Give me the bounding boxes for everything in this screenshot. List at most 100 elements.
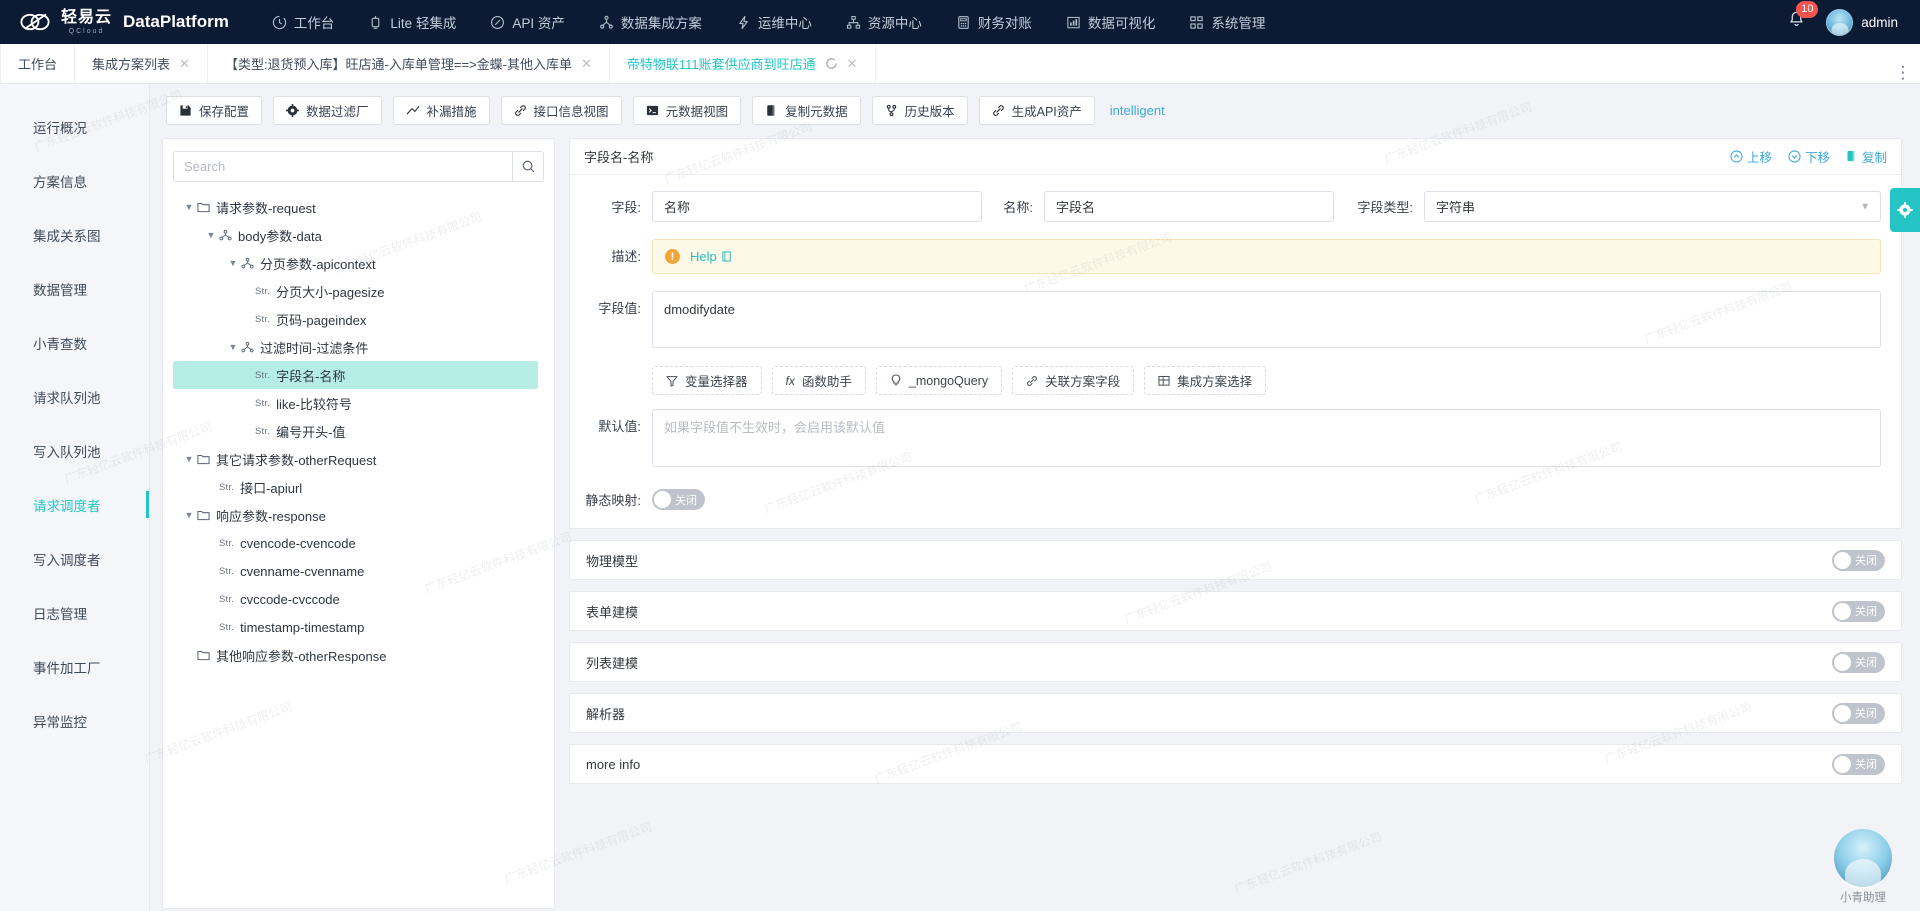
toggle-knob bbox=[1834, 704, 1851, 722]
nav-item-resource-center[interactable]: 资源中心 bbox=[829, 0, 939, 44]
tab-close-icon[interactable]: ✕ bbox=[581, 57, 592, 70]
more-info-toggle[interactable]: 关闭 bbox=[1832, 753, 1885, 775]
field-value-textarea[interactable] bbox=[652, 291, 1881, 348]
notifications-button[interactable]: 10 bbox=[1787, 1, 1819, 34]
tree-node-field-name-selected[interactable]: Str. 字段名-名称 bbox=[173, 361, 538, 389]
save-config-button[interactable]: 保存配置 bbox=[166, 96, 263, 125]
tab-supplier-to-wdt[interactable]: 帝特物联111账套供应商到旺店通 ✕ bbox=[610, 44, 876, 83]
section-parser[interactable]: 解析器 关闭 bbox=[569, 693, 1902, 733]
section-physical-model[interactable]: 物理模型 关闭 bbox=[569, 540, 1902, 580]
tree-node-pageindex[interactable]: Str. 页码-pageindex bbox=[173, 305, 544, 333]
tree-node-label: 其他响应参数-otherResponse bbox=[216, 648, 387, 664]
copy-field-button[interactable]: 复制 bbox=[1846, 147, 1887, 166]
tab-workbench[interactable]: 工作台 bbox=[0, 44, 76, 83]
static-mapping-toggle[interactable]: 关闭 bbox=[652, 489, 705, 510]
tree-node-apicontext[interactable]: ▼ 分页参数-apicontext bbox=[173, 249, 544, 277]
chevron-down-icon[interactable]: ▼ bbox=[181, 202, 197, 212]
variable-selector-chip[interactable]: 变量选择器 bbox=[652, 366, 762, 395]
interface-info-view-button[interactable]: 接口信息视图 bbox=[500, 96, 622, 125]
settings-panel-handle[interactable] bbox=[1890, 188, 1920, 232]
move-up-button[interactable]: 上移 bbox=[1730, 147, 1772, 166]
tree-node-timestamp[interactable]: Str. timestamp-timestamp bbox=[173, 613, 544, 641]
sidebar-item-request-queue-pool[interactable]: 请求队列池 bbox=[0, 376, 149, 417]
tree-node-request[interactable]: ▼ 请求参数-request bbox=[173, 193, 544, 221]
user-menu[interactable]: admin bbox=[1826, 8, 1898, 36]
tab-more-options-icon[interactable]: ⋮ bbox=[1886, 63, 1920, 83]
sidebar-item-event-factory[interactable]: 事件加工厂 bbox=[0, 646, 149, 687]
sidebar-item-write-queue-pool[interactable]: 写入队列池 bbox=[0, 430, 149, 471]
form-modeling-toggle[interactable]: 关闭 bbox=[1832, 600, 1885, 622]
related-plan-field-chip[interactable]: 关联方案字段 bbox=[1012, 366, 1135, 395]
name-input[interactable] bbox=[1044, 191, 1334, 222]
sidebar-item-xiaoqing-query[interactable]: 小青查数 bbox=[0, 322, 149, 363]
tab-inbound-order[interactable]: 【类型:退货预入库】旺店通-入库单管理==>金蝶-其他入库单 ✕ bbox=[208, 44, 610, 83]
sidebar-item-exception-monitor[interactable]: 异常监控 bbox=[0, 700, 149, 741]
nav-item-api-assets[interactable]: API 资产 bbox=[473, 0, 582, 44]
tree-node-pagesize[interactable]: Str. 分页大小-pagesize bbox=[173, 277, 544, 305]
refresh-icon[interactable] bbox=[825, 57, 838, 70]
tree-node-other-request[interactable]: ▼ 其它请求参数-otherRequest bbox=[173, 445, 544, 473]
tree-node-label: 编号开头-值 bbox=[276, 424, 346, 440]
search-button[interactable] bbox=[512, 151, 544, 182]
assistant-widget[interactable]: 小青助理 bbox=[1820, 829, 1906, 905]
integration-plan-select-chip[interactable]: 集成方案选择 bbox=[1144, 366, 1267, 395]
nav-item-workbench[interactable]: 工作台 bbox=[255, 0, 352, 44]
default-value-textarea[interactable] bbox=[652, 409, 1881, 467]
function-helper-chip[interactable]: fx 函数助手 bbox=[771, 366, 866, 395]
generate-api-asset-button[interactable]: 生成API资产 bbox=[978, 96, 1095, 125]
sidebar-item-log-management[interactable]: 日志管理 bbox=[0, 592, 149, 633]
chevron-down-icon[interactable]: ▼ bbox=[181, 454, 197, 464]
nav-item-data-integration-plan[interactable]: 数据集成方案 bbox=[582, 0, 719, 44]
patch-measures-button[interactable]: 补漏措施 bbox=[392, 96, 490, 125]
nav-item-system-management[interactable]: 系统管理 bbox=[1172, 0, 1282, 44]
sidebar-item-write-scheduler[interactable]: 写入调度者 bbox=[0, 538, 149, 579]
tree-node-code-prefix[interactable]: Str. 编号开头-值 bbox=[173, 417, 544, 445]
help-link[interactable]: Help bbox=[690, 249, 732, 264]
search-input[interactable] bbox=[173, 151, 512, 182]
field-type-select[interactable] bbox=[1424, 191, 1881, 222]
tab-close-icon[interactable]: ✕ bbox=[847, 57, 858, 70]
chevron-down-icon[interactable]: ▼ bbox=[203, 230, 219, 240]
chevron-down-icon[interactable]: ▼ bbox=[181, 510, 197, 520]
physical-model-toggle[interactable]: 关闭 bbox=[1832, 549, 1885, 571]
tree-node-cvccode[interactable]: Str. cvccode-cvccode bbox=[173, 585, 544, 613]
section-more-info[interactable]: more info 关闭 bbox=[569, 744, 1902, 784]
nav-item-data-visualization[interactable]: 数据可视化 bbox=[1049, 0, 1173, 44]
mongo-query-chip[interactable]: _mongoQuery bbox=[875, 366, 1003, 395]
field-detail-pane: 字段名-名称 上移 下移 复制 字段: 名称 名称: 字段名 字段类型: 字符串… bbox=[569, 138, 1906, 909]
brand-logo-area[interactable]: 轻易云 QCloud DataPlatform bbox=[18, 7, 229, 37]
tree-node-cvencode[interactable]: Str. cvencode-cvencode bbox=[173, 529, 544, 557]
list-modeling-toggle[interactable]: 关闭 bbox=[1832, 651, 1885, 673]
section-form-modeling[interactable]: 表单建模 关闭 bbox=[569, 591, 1902, 631]
tree-node-apiurl[interactable]: Str. 接口-apiurl bbox=[173, 473, 544, 501]
metadata-view-button[interactable]: 元数据视图 bbox=[632, 96, 742, 125]
chevron-down-icon[interactable]: ▼ bbox=[225, 342, 241, 352]
copy-metadata-button[interactable]: 复制元数据 bbox=[752, 96, 861, 125]
nav-item-ops-center[interactable]: 运维中心 bbox=[719, 0, 829, 44]
tree-node-cvenname[interactable]: Str. cvenname-cvenname bbox=[173, 557, 544, 585]
sidebar-item-request-scheduler[interactable]: 请求调度者 bbox=[0, 484, 149, 525]
move-down-button[interactable]: 下移 bbox=[1788, 147, 1830, 166]
tree-node-response[interactable]: ▼ 响应参数-response bbox=[173, 501, 544, 529]
sidebar-item-run-overview[interactable]: 运行概况 bbox=[0, 106, 149, 147]
chevron-down-icon[interactable]: ▼ bbox=[225, 258, 241, 268]
tree-node-like[interactable]: Str. like-比较符号 bbox=[173, 389, 544, 417]
tab-integration-plan-list[interactable]: 集成方案列表 ✕ bbox=[75, 44, 208, 83]
field-input[interactable] bbox=[652, 191, 982, 222]
nav-item-lite-integration[interactable]: Lite 轻集成 bbox=[351, 0, 473, 44]
section-list-modeling[interactable]: 列表建模 关闭 bbox=[569, 642, 1902, 682]
field-type-label: 字段类型: bbox=[1357, 200, 1413, 215]
tree-node-filter-time[interactable]: ▼ 过滤时间-过滤条件 bbox=[173, 333, 544, 361]
sidebar-item-data-management[interactable]: 数据管理 bbox=[0, 268, 149, 309]
section-label: 列表建模 bbox=[586, 655, 639, 671]
nav-item-finance-reconciliation[interactable]: 财务对账 bbox=[939, 0, 1049, 44]
sidebar-item-integration-graph[interactable]: 集成关系图 bbox=[0, 214, 149, 255]
data-filter-button[interactable]: 数据过滤厂 bbox=[273, 96, 382, 125]
tab-close-icon[interactable]: ✕ bbox=[179, 57, 190, 70]
tree-node-body-data[interactable]: ▼ body参数-data bbox=[173, 221, 544, 249]
sidebar-item-plan-info[interactable]: 方案信息 bbox=[0, 160, 149, 201]
parser-toggle[interactable]: 关闭 bbox=[1832, 702, 1885, 724]
history-version-button[interactable]: 历史版本 bbox=[871, 96, 968, 125]
intelligent-link[interactable]: intelligent bbox=[1110, 103, 1165, 118]
tree-node-other-response[interactable]: 其他响应参数-otherResponse bbox=[173, 641, 544, 669]
